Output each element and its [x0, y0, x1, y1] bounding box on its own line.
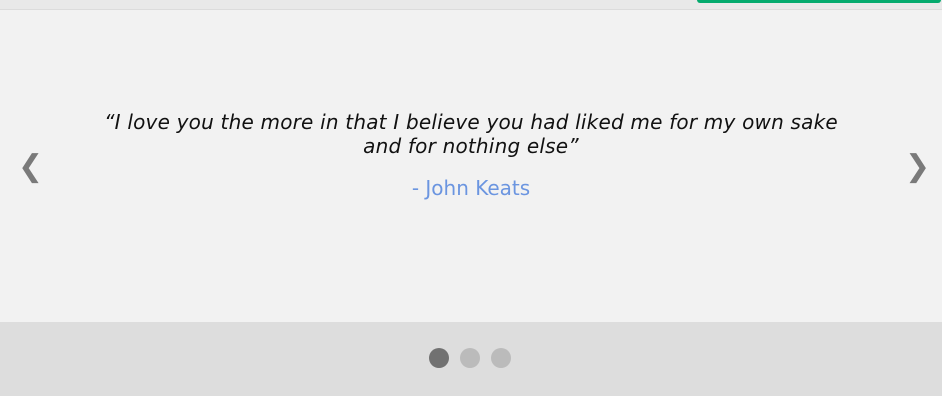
slide-dot-1[interactable]	[429, 348, 449, 368]
quote-text: “I love you the more in that I believe y…	[104, 110, 838, 158]
previous-slide-button[interactable]: ❮	[18, 152, 43, 182]
slide-indicator-bar	[0, 322, 942, 396]
top-bar-accent	[697, 0, 941, 3]
slide-dot-3[interactable]	[491, 348, 511, 368]
next-slide-button[interactable]: ❯	[905, 152, 930, 182]
slide-dots	[429, 348, 511, 368]
top-bar	[0, 0, 942, 10]
quote-author: - John Keats	[411, 176, 531, 200]
slide-dot-2[interactable]	[460, 348, 480, 368]
quote-slide: “I love you the more in that I believe y…	[90, 110, 852, 200]
quote-slideshow: ❮ “I love you the more in that I believe…	[0, 10, 942, 322]
page-bottom-strip	[0, 396, 942, 408]
